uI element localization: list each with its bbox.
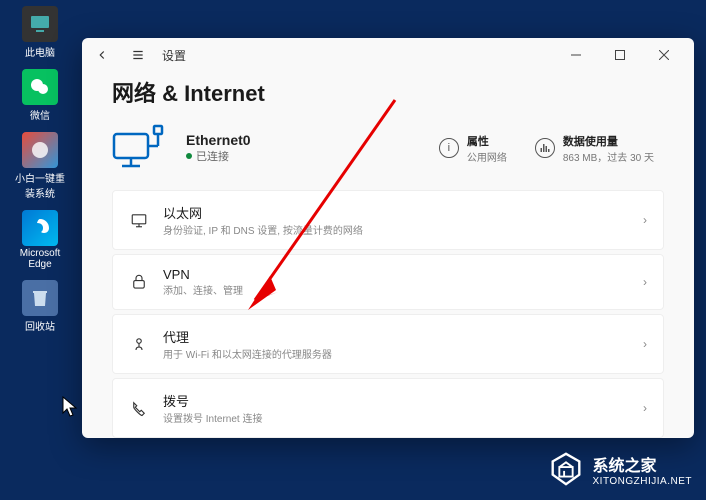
desktop-label: 微信 — [12, 107, 68, 122]
ethernet-icon — [129, 210, 149, 230]
desktop-label: 此电脑 — [12, 44, 68, 59]
watermark-url: XITONGZHIJIA.NET — [593, 476, 693, 487]
usage-stat[interactable]: 数据使用量 863 MB，过去 30 天 — [525, 133, 664, 164]
tool-icon — [22, 132, 58, 168]
desktop-icon-tool[interactable]: 小白一键重装系统 — [12, 132, 68, 200]
chevron-right-icon: › — [643, 337, 647, 351]
desktop-icon-wechat[interactable]: 微信 — [12, 69, 68, 122]
connection-status: Ethernet0 已连接 i 属性 公用网络 — [112, 124, 664, 172]
properties-stat[interactable]: i 属性 公用网络 — [429, 133, 517, 164]
connection-info: Ethernet0 已连接 — [186, 132, 251, 164]
dialup-icon — [129, 398, 149, 418]
network-icon — [112, 124, 168, 172]
stat-title: 数据使用量 — [563, 133, 654, 149]
titlebar: 设置 — [82, 38, 694, 72]
item-title: 代理 — [163, 327, 629, 346]
list-item-proxy[interactable]: 代理 用于 Wi-Fi 和以太网连接的代理服务器 › — [112, 314, 664, 374]
maximize-button[interactable] — [598, 40, 642, 70]
item-desc: 用于 Wi-Fi 和以太网连接的代理服务器 — [163, 346, 629, 361]
content: 网络 & Internet Ethernet0 已连接 — [82, 72, 694, 438]
watermark: 系统之家 XITONGZHIJIA.NET — [547, 450, 693, 488]
desktop-icon-pc[interactable]: 此电脑 — [12, 6, 68, 59]
item-desc: 身份验证, IP 和 DNS 设置, 按流量计费的网络 — [163, 222, 629, 237]
desktop-label: Microsoft Edge — [12, 248, 68, 270]
chevron-right-icon: › — [643, 213, 647, 227]
status-dot-icon — [186, 153, 192, 159]
settings-window: 设置 网络 & Internet — [82, 38, 694, 438]
close-button[interactable] — [642, 40, 686, 70]
item-title: VPN — [163, 267, 629, 282]
desktop-icon-edge[interactable]: Microsoft Edge — [12, 210, 68, 270]
usage-icon — [535, 138, 555, 158]
list-item-ethernet[interactable]: 以太网 身份验证, IP 和 DNS 设置, 按流量计费的网络 › — [112, 190, 664, 250]
list-item-vpn[interactable]: VPN 添加、连接、管理 › — [112, 254, 664, 310]
stat-title: 属性 — [467, 133, 507, 149]
wechat-icon — [22, 69, 58, 105]
connection-name: Ethernet0 — [186, 132, 251, 148]
desktop-label: 回收站 — [12, 318, 68, 333]
mouse-cursor-icon — [62, 396, 78, 418]
item-desc: 设置拨号 Internet 连接 — [163, 410, 629, 425]
chevron-right-icon: › — [643, 275, 647, 289]
desktop-icon-bin[interactable]: 回收站 — [12, 280, 68, 333]
item-desc: 添加、连接、管理 — [163, 282, 629, 297]
info-icon: i — [439, 138, 459, 158]
back-button[interactable] — [90, 43, 114, 67]
stat-value: 863 MB，过去 30 天 — [563, 149, 654, 164]
list-item-dialup[interactable]: 拨号 设置拨号 Internet 连接 › — [112, 378, 664, 438]
settings-list: 以太网 身份验证, IP 和 DNS 设置, 按流量计费的网络 › VPN 添加… — [112, 190, 664, 438]
pc-icon — [22, 6, 58, 42]
desktop-label: 小白一键重装系统 — [12, 170, 68, 200]
watermark-logo-icon — [547, 450, 585, 488]
minimize-button[interactable] — [554, 40, 598, 70]
watermark-name: 系统之家 — [593, 452, 693, 476]
stat-value: 公用网络 — [467, 149, 507, 164]
proxy-icon — [129, 334, 149, 354]
menu-button[interactable] — [126, 43, 150, 67]
recycle-bin-icon — [22, 280, 58, 316]
item-title: 拨号 — [163, 391, 629, 410]
chevron-right-icon: › — [643, 401, 647, 415]
vpn-icon — [129, 272, 149, 292]
edge-icon — [22, 210, 58, 246]
desktop-icons: 此电脑 微信 小白一键重装系统 Microsoft Edge 回收站 — [0, 0, 80, 343]
item-title: 以太网 — [163, 203, 629, 222]
window-title: 设置 — [162, 47, 186, 64]
connection-status-text: 已连接 — [186, 148, 251, 164]
page-title: 网络 & Internet — [112, 76, 664, 108]
